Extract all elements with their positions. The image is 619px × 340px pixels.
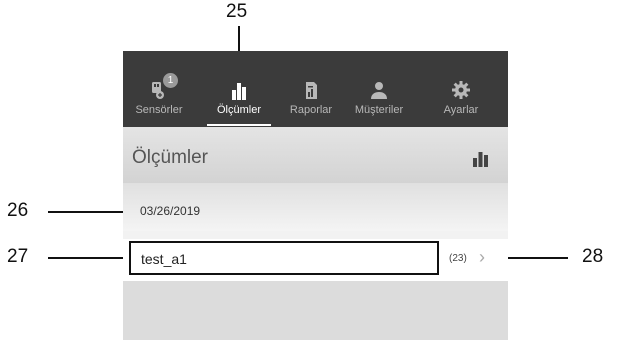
active-tab-indicator xyxy=(207,124,271,126)
tab-sensors[interactable]: 1 Sensörler xyxy=(129,73,189,127)
tab-measurements-label: Ölçümler xyxy=(216,104,261,116)
list-item[interactable]: test_a1 (23) › xyxy=(123,239,508,281)
report-icon xyxy=(283,79,339,101)
measurement-name: test_a1 xyxy=(141,251,187,267)
measurement-count: (23) xyxy=(449,253,467,264)
sensor-icon: 1 xyxy=(129,73,189,101)
page-title: Ölçümler xyxy=(132,147,209,168)
tab-customers-label: Müşteriler xyxy=(354,104,404,116)
sensor-count-badge: 1 xyxy=(163,73,178,88)
tab-settings-label: Ayarlar xyxy=(443,104,479,116)
customers-icon xyxy=(343,79,415,101)
app-screen: 1 Sensörler Ölçümler Raporlar Müşteriler… xyxy=(123,51,508,340)
tab-reports[interactable]: Raporlar xyxy=(283,79,339,127)
callout-25: 25 xyxy=(226,1,248,22)
callout-28: 28 xyxy=(582,246,604,267)
callout-line-26 xyxy=(48,211,132,213)
bar-chart-icon[interactable] xyxy=(472,151,490,172)
callout-26: 26 xyxy=(7,200,29,221)
tab-bar: 1 Sensörler Ölçümler Raporlar Müşteriler… xyxy=(123,51,508,127)
divider xyxy=(123,231,508,239)
tab-measurements[interactable]: Ölçümler xyxy=(205,79,273,127)
tab-settings[interactable]: Ayarlar xyxy=(425,79,497,127)
tab-sensors-label: Sensörler xyxy=(135,104,183,116)
page-header: Ölçümler xyxy=(123,127,508,183)
date-group-header: 03/26/2019 xyxy=(123,183,508,231)
measurement-date: 03/26/2019 xyxy=(140,204,201,218)
empty-list-area xyxy=(123,281,508,340)
bar-chart-icon xyxy=(205,79,273,101)
tab-reports-label: Raporlar xyxy=(289,104,333,116)
tab-customers[interactable]: Müşteriler xyxy=(343,79,415,127)
chevron-right-icon: › xyxy=(479,247,485,267)
callout-line-27 xyxy=(48,257,128,259)
gear-icon xyxy=(425,79,497,101)
callout-27: 27 xyxy=(7,246,29,267)
